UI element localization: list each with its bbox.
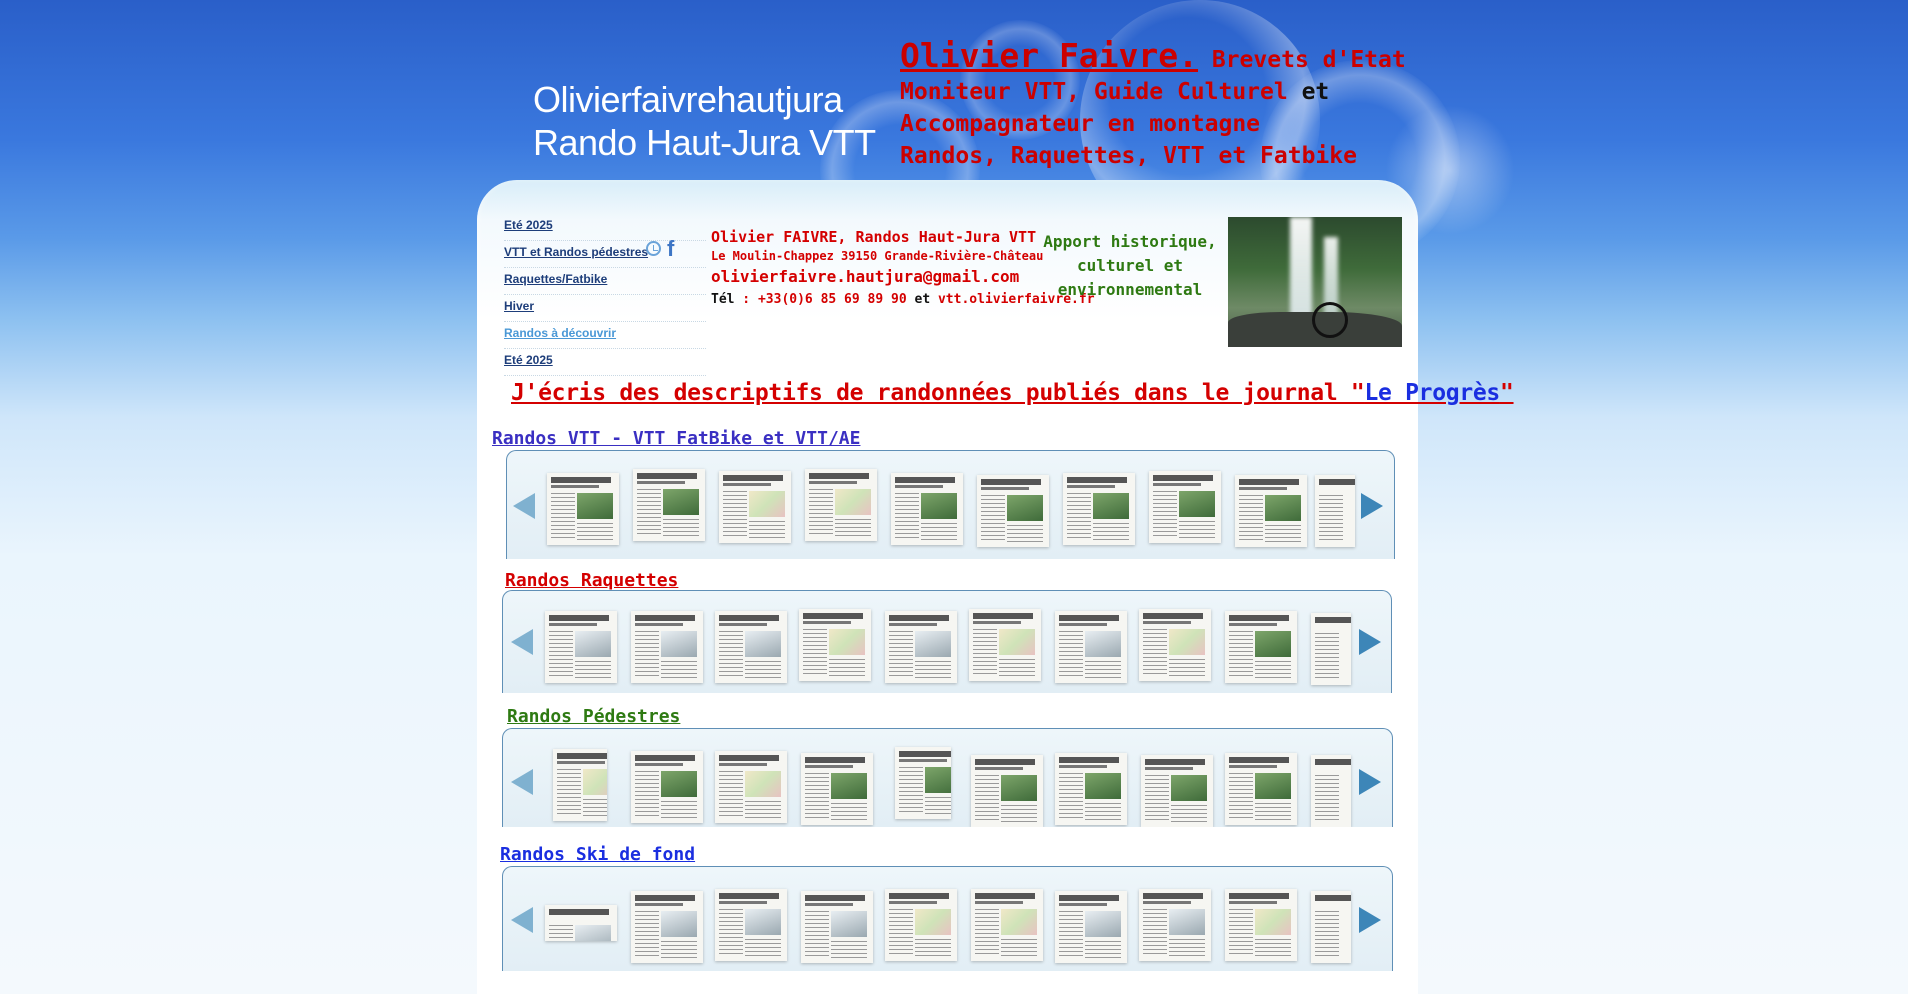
article-thumbnail[interactable] xyxy=(1055,891,1127,963)
contact-block: Olivier FAIVRE, Randos Haut-Jura VTT Le … xyxy=(711,226,1095,311)
carousel-next-arrow-icon[interactable] xyxy=(1359,629,1381,655)
article-thumbnail[interactable] xyxy=(977,475,1049,547)
article-thumbnail[interactable] xyxy=(1063,473,1135,545)
menu-item-raquettes-fatbike[interactable]: Raquettes/Fatbike xyxy=(504,268,706,295)
menu-item-vtt-randos-pedestres[interactable]: VTT et Randos pédestres xyxy=(504,241,706,268)
article-thumbnail[interactable] xyxy=(1139,889,1211,961)
article-thumbnail[interactable] xyxy=(805,469,877,541)
article-thumbnail[interactable] xyxy=(885,889,957,961)
article-thumbnail[interactable] xyxy=(719,471,791,543)
journal-suffix: " xyxy=(1499,380,1514,406)
bike-figure xyxy=(1312,302,1348,338)
contact-email[interactable]: olivierfaivre.hautjura@gmail.com xyxy=(711,265,1095,289)
section-title-raquettes[interactable]: Randos Raquettes xyxy=(505,570,678,591)
section-title-ski-de-fond[interactable]: Randos Ski de fond xyxy=(500,844,695,865)
article-thumbnail[interactable] xyxy=(969,609,1041,681)
carousel-prev-arrow-icon[interactable] xyxy=(511,629,533,655)
carousel-prev-arrow-icon[interactable] xyxy=(511,769,533,795)
article-thumbnail[interactable] xyxy=(895,747,951,819)
carousel-prev-arrow-icon[interactable] xyxy=(511,907,533,933)
article-thumbnail[interactable] xyxy=(1235,475,1307,547)
journal-prefix: J'écris des descriptifs de randonnées pu… xyxy=(511,380,1365,406)
tel-et: et xyxy=(906,292,938,307)
carousel-vtt xyxy=(506,450,1395,559)
carousel-next-arrow-icon[interactable] xyxy=(1359,769,1381,795)
site-title-line2: Rando Haut-Jura VTT xyxy=(533,122,876,163)
header-et: et xyxy=(1287,79,1330,105)
carousel-ski-de-fond xyxy=(502,866,1393,971)
article-thumbnail[interactable] xyxy=(715,889,787,961)
menu-item-randos-a-decouvrir[interactable]: Randos à découvrir xyxy=(504,322,706,349)
carousel-prev-arrow-icon[interactable] xyxy=(513,493,535,519)
carousel-next-arrow-icon[interactable] xyxy=(1359,907,1381,933)
article-thumbnail[interactable] xyxy=(971,889,1043,961)
site-title: Olivierfaivrehautjura Rando Haut-Jura VT… xyxy=(533,78,876,164)
facebook-icon[interactable]: f xyxy=(667,236,674,262)
article-thumbnail[interactable] xyxy=(631,611,703,683)
carousel-pedestres xyxy=(502,728,1393,827)
main-menu: Eté 2025 VTT et Randos pédestres Raquett… xyxy=(504,214,706,376)
article-thumbnail[interactable] xyxy=(799,609,871,681)
article-thumbnail[interactable] xyxy=(631,751,703,823)
article-thumbnail[interactable] xyxy=(971,755,1043,827)
menu-item-ete-2025[interactable]: Eté 2025 xyxy=(504,214,706,241)
menu-item-hiver[interactable]: Hiver xyxy=(504,295,706,322)
journal-heading[interactable]: J'écris des descriptifs de randonnées pu… xyxy=(511,380,1514,406)
tel-value[interactable]: : +33(0)6 85 69 89 90 xyxy=(734,292,906,307)
header-name: Olivier Faivre. xyxy=(900,36,1199,75)
article-thumbnail[interactable] xyxy=(891,473,963,545)
article-thumbnail[interactable] xyxy=(545,611,617,683)
article-thumbnail[interactable] xyxy=(1149,471,1221,543)
article-thumbnail[interactable] xyxy=(1225,889,1297,961)
article-thumbnail[interactable] xyxy=(1225,753,1297,825)
article-thumbnail[interactable] xyxy=(801,891,873,963)
header-activities: Randos, Raquettes, VTT et Fatbike xyxy=(900,143,1357,169)
carousel-next-arrow-icon[interactable] xyxy=(1361,493,1383,519)
article-thumbnail[interactable] xyxy=(1225,611,1297,683)
article-thumbnail[interactable] xyxy=(1315,475,1355,547)
article-thumbnail[interactable] xyxy=(801,753,873,825)
contact-phone-line: Tél : +33(0)6 85 69 89 90 et vtt.olivier… xyxy=(711,289,1095,311)
article-thumbnail[interactable] xyxy=(1141,755,1213,827)
article-thumbnail[interactable] xyxy=(715,611,787,683)
contact-address: Le Moulin-Chappez 39150 Grande-Rivière-C… xyxy=(711,249,1044,263)
article-thumbnail[interactable] xyxy=(885,611,957,683)
tel-label: Tél xyxy=(711,292,735,307)
article-thumbnail[interactable] xyxy=(1311,755,1351,827)
header-brevets: Brevets d'Etat xyxy=(1198,47,1406,73)
article-thumbnail[interactable] xyxy=(1139,609,1211,681)
waterfall-photo xyxy=(1228,217,1402,347)
header-moniteur: Moniteur VTT, Guide Culturel xyxy=(900,79,1288,105)
apport-text: Apport historique, culturel et environne… xyxy=(1043,232,1217,299)
article-thumbnail[interactable] xyxy=(553,749,607,821)
carousel-raquettes xyxy=(502,590,1392,693)
article-thumbnail[interactable] xyxy=(1311,613,1351,685)
article-thumbnail[interactable] xyxy=(1055,611,1127,683)
article-thumbnail[interactable] xyxy=(1311,891,1351,963)
section-title-pedestres[interactable]: Randos Pédestres xyxy=(507,706,680,727)
article-thumbnail[interactable] xyxy=(633,469,705,541)
journal-name: Le Progrès xyxy=(1364,380,1500,406)
article-thumbnail[interactable] xyxy=(631,891,703,963)
contact-name: Olivier FAIVRE, Randos Haut-Jura VTT xyxy=(711,228,1037,246)
header-accompagnateur: Accompagnateur en montagne xyxy=(900,111,1261,137)
header-tagline: Olivier Faivre. Brevets d'Etat Moniteur … xyxy=(900,39,1406,172)
article-thumbnail[interactable] xyxy=(715,751,787,823)
menu-item-ete-2025-2[interactable]: Eté 2025 xyxy=(504,349,706,376)
article-thumbnail[interactable] xyxy=(547,473,619,545)
site-title-line1: Olivierfaivrehautjura xyxy=(533,79,843,120)
clock-icon[interactable] xyxy=(646,241,661,256)
section-title-vtt[interactable]: Randos VTT - VTT FatBike et VTT/AE xyxy=(492,428,860,449)
article-thumbnail[interactable] xyxy=(1055,753,1127,825)
article-thumbnail[interactable] xyxy=(545,905,617,941)
